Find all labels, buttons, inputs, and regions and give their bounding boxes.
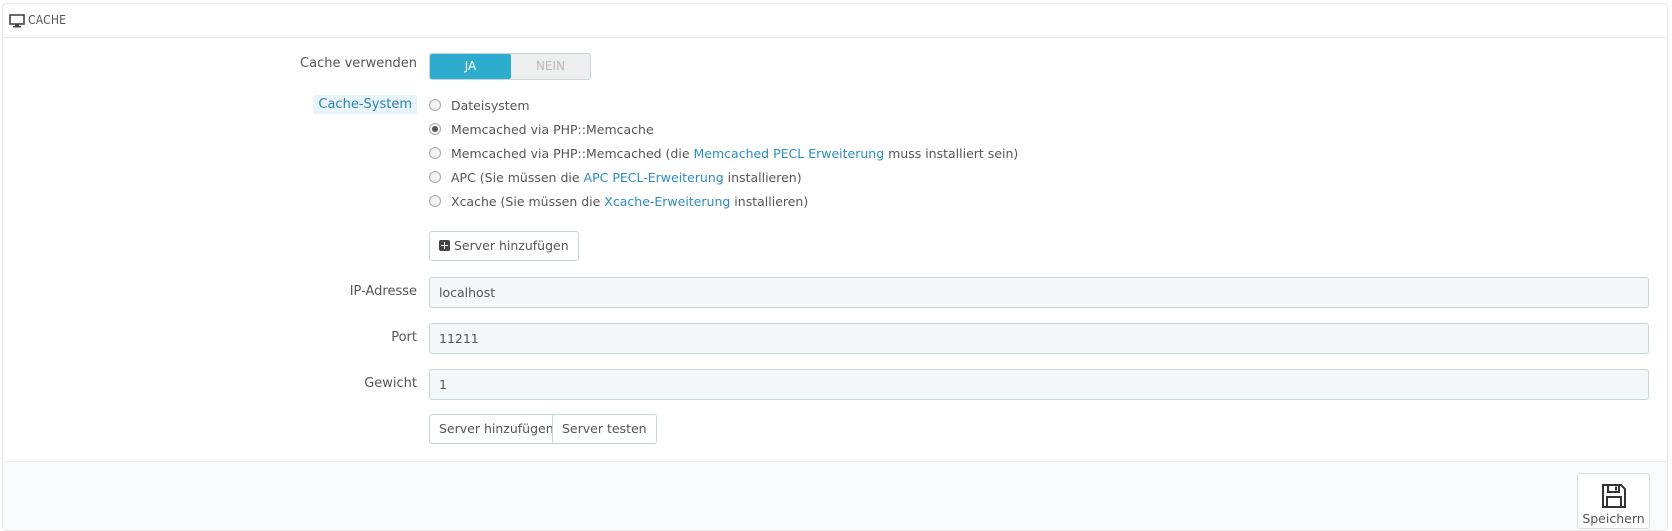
port-input[interactable]: 11211 [429,323,1649,354]
panel-title: CACHE [28,13,67,27]
weight-label: Gewicht [364,376,417,391]
port-label: Port [391,330,417,345]
ip-label: IP-Adresse [349,284,417,299]
radio-label-pre: Xcache (Sie müssen die [451,193,605,209]
xcache-link[interactable]: Xcache-Erweiterung [604,194,730,209]
radio-label-post: muss installiert sein) [884,145,1019,161]
plus-square-icon [439,240,450,251]
apc-pecl-link[interactable]: APC PECL-Erweiterung [584,170,724,185]
ip-input[interactable]: localhost [429,277,1649,308]
radio-label: Memcached via PHP::Memcache [451,121,654,137]
save-label: Speichern [1582,511,1645,526]
cache-panel: CACHE Cache verwenden JA NEIN Cache-Syst… [2,3,1668,531]
switch-on-option[interactable]: JA [430,54,511,79]
radio-option-memcached[interactable]: Memcached via PHP::Memcached (die Memcac… [429,144,1018,162]
switch-off-option[interactable]: NEIN [511,54,590,79]
panel-heading: CACHE [3,4,1667,38]
radio-option-memcache[interactable]: Memcached via PHP::Memcache [429,120,654,138]
radio-button[interactable] [429,195,441,207]
radio-button[interactable] [429,171,441,183]
test-server-button[interactable]: Server testen [552,414,657,444]
radio-label-pre: APC (Sie müssen die [451,169,584,185]
radio-label-post: installieren) [723,169,802,185]
use-cache-switch[interactable]: JA NEIN [429,53,591,80]
cache-system-label: Cache-System [313,95,417,114]
add-server-toggle-label: Server hinzufügen [454,238,569,253]
save-icon [1601,484,1626,508]
weight-input[interactable]: 1 [429,369,1649,400]
panel-footer: Speichern [3,461,1667,530]
radio-option-xcache[interactable]: Xcache (Sie müssen die Xcache-Erweiterun… [429,192,808,210]
radio-button[interactable] [429,99,441,111]
memcached-pecl-link[interactable]: Memcached PECL Erweiterung [694,146,885,161]
use-cache-label: Cache verwenden [300,56,417,71]
radio-option-apc[interactable]: APC (Sie müssen die APC PECL-Erweiterung… [429,168,802,186]
radio-label-post: installieren) [730,193,809,209]
radio-button[interactable] [429,147,441,159]
add-server-button[interactable]: Server hinzufügen [429,414,564,444]
radio-label-pre: Memcached via PHP::Memcached (die [451,145,694,161]
add-server-toggle-button[interactable]: Server hinzufügen [429,231,579,261]
radio-button-checked[interactable] [429,123,441,135]
save-button[interactable]: Speichern [1577,473,1650,529]
radio-label: Dateisystem [451,97,530,113]
radio-option-filesystem[interactable]: Dateisystem [429,96,530,114]
desktop-icon [9,14,25,28]
